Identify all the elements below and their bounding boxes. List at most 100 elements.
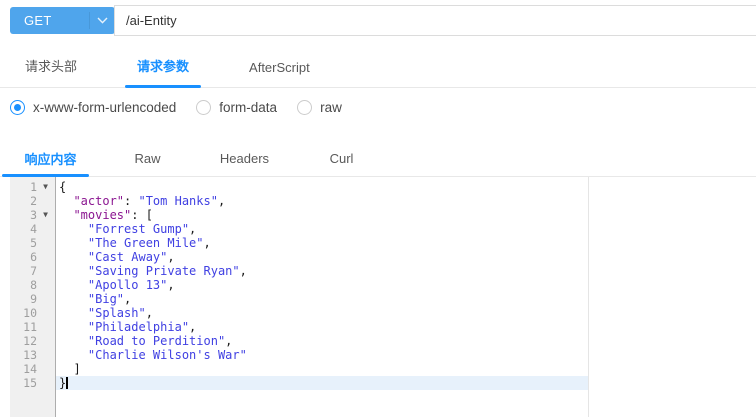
gutter-line: 4 <box>10 222 55 236</box>
gutter-line: 13 <box>10 348 55 362</box>
gutter-line: 10 <box>10 306 55 320</box>
json-punct: , <box>167 278 174 292</box>
code-area[interactable]: { "actor": "Tom Hanks", "movies": [ "For… <box>56 177 589 417</box>
code-line: "actor": "Tom Hanks", <box>56 194 588 208</box>
tab-request-params[interactable]: 请求参数 <box>125 56 201 87</box>
tab-response-content[interactable]: 响应内容 <box>2 140 99 176</box>
line-number: 13 <box>10 348 37 362</box>
json-punct: : [ <box>131 208 153 222</box>
gutter-line: 8 <box>10 278 55 292</box>
line-number: 2 <box>10 194 37 208</box>
radio-x-www-form-urlencoded[interactable]: x-www-form-urlencoded <box>10 100 176 115</box>
json-string: "Saving Private Ryan" <box>59 264 240 278</box>
json-string: "Splash" <box>59 306 146 320</box>
radio-form-data[interactable]: form-data <box>196 100 277 115</box>
json-string: "Forrest Gump" <box>59 222 189 236</box>
radio-raw[interactable]: raw <box>297 100 342 115</box>
json-punct: , <box>167 250 174 264</box>
request-url-bar: GET /ai-Entity <box>0 0 756 46</box>
code-line: { <box>56 180 588 194</box>
request-tabs: 请求头部 请求参数 AfterScript <box>0 46 756 88</box>
api-client-panel: GET /ai-Entity 请求头部 请求参数 AfterScript x-www… <box>0 0 756 417</box>
gutter-line: 5 <box>10 236 55 250</box>
response-editor: 1▼23▼456789101112131415 { "actor": "Tom … <box>0 177 756 417</box>
right-pane <box>589 177 756 417</box>
json-punct: , <box>204 236 211 250</box>
radio-label: x-www-form-urlencoded <box>33 100 176 115</box>
code-line: "Cast Away", <box>56 250 588 264</box>
code-line: "Saving Private Ryan", <box>56 264 588 278</box>
line-number: 9 <box>10 292 37 306</box>
editor-gutter: 1▼23▼456789101112131415 <box>10 177 56 417</box>
body-type-selector: x-www-form-urlencoded form-data raw <box>0 88 756 127</box>
text-cursor <box>66 377 68 389</box>
tab-afterscript[interactable]: AfterScript <box>237 60 322 87</box>
json-string: "Road to Perdition" <box>59 334 225 348</box>
json-punct: { <box>59 180 66 194</box>
fold-arrow-icon: ▼ <box>37 180 54 194</box>
radio-selected-icon <box>10 100 25 115</box>
chevron-down-icon <box>89 12 115 29</box>
radio-label: raw <box>320 100 342 115</box>
gutter-line: 11 <box>10 320 55 334</box>
json-punct: , <box>189 320 196 334</box>
line-number: 12 <box>10 334 37 348</box>
line-number: 4 <box>10 222 37 236</box>
radio-unselected-icon <box>297 100 312 115</box>
line-number: 7 <box>10 264 37 278</box>
gutter-line[interactable]: 1▼ <box>10 180 55 194</box>
code-line: "Philadelphia", <box>56 320 588 334</box>
url-input[interactable]: /ai-Entity <box>114 5 756 36</box>
tab-curl[interactable]: Curl <box>293 140 390 176</box>
json-key: "movies" <box>59 208 131 222</box>
code-line: } <box>56 376 588 390</box>
json-punct: : <box>124 194 138 208</box>
json-punct: , <box>240 264 247 278</box>
code-line: "Splash", <box>56 306 588 320</box>
fold-arrow-icon: ▼ <box>37 208 54 222</box>
json-punct: , <box>189 222 196 236</box>
method-dropdown[interactable]: GET <box>10 7 115 34</box>
line-number: 14 <box>10 362 37 376</box>
json-string: "Apollo 13" <box>59 278 167 292</box>
code-line: "Forrest Gump", <box>56 222 588 236</box>
json-punct: , <box>225 334 232 348</box>
line-number: 5 <box>10 236 37 250</box>
radio-label: form-data <box>219 100 277 115</box>
code-line: "Big", <box>56 292 588 306</box>
code-line: "Road to Perdition", <box>56 334 588 348</box>
json-key: "actor" <box>59 194 124 208</box>
code-line: "Apollo 13", <box>56 278 588 292</box>
gutter-line[interactable]: 3▼ <box>10 208 55 222</box>
method-label: GET <box>10 13 89 28</box>
tab-request-headers[interactable]: 请求头部 <box>13 56 89 87</box>
json-string: "Tom Hanks" <box>138 194 217 208</box>
url-value: /ai-Entity <box>126 13 177 28</box>
json-punct: , <box>218 194 225 208</box>
gutter-line: 15 <box>10 376 55 390</box>
gutter-line: 2 <box>10 194 55 208</box>
line-number: 15 <box>10 376 37 390</box>
json-string: "Big" <box>59 292 124 306</box>
json-string: "Charlie Wilson's War" <box>59 348 247 362</box>
radio-unselected-icon <box>196 100 211 115</box>
gutter-line: 14 <box>10 362 55 376</box>
line-number: 10 <box>10 306 37 320</box>
code-line: "movies": [ <box>56 208 588 222</box>
json-string: "Cast Away" <box>59 250 167 264</box>
gutter-line: 9 <box>10 292 55 306</box>
line-number: 8 <box>10 278 37 292</box>
tab-raw[interactable]: Raw <box>99 140 196 176</box>
tab-headers[interactable]: Headers <box>196 140 293 176</box>
code-line: ] <box>56 362 588 376</box>
gutter-line: 12 <box>10 334 55 348</box>
line-number: 3 <box>10 208 37 222</box>
code-line: "The Green Mile", <box>56 236 588 250</box>
json-punct: , <box>146 306 153 320</box>
json-punct: ] <box>59 362 81 376</box>
json-punct: , <box>124 292 131 306</box>
json-string: "Philadelphia" <box>59 320 189 334</box>
gutter-line: 7 <box>10 264 55 278</box>
line-number: 6 <box>10 250 37 264</box>
gutter-line: 6 <box>10 250 55 264</box>
